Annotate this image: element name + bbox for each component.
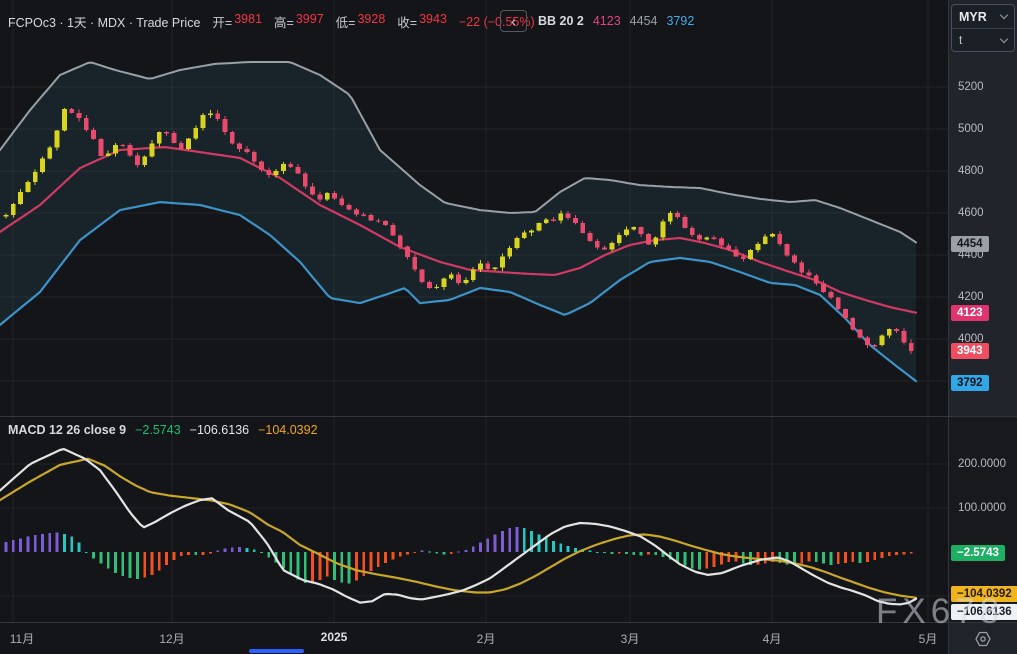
time-label: 4月	[763, 630, 782, 647]
price-tick-label: 4800	[958, 165, 984, 177]
chevron-down-icon	[1000, 34, 1008, 42]
currency-dropdown[interactable]: MYR	[952, 5, 1014, 28]
macd-badge: −2.5743	[951, 545, 1005, 561]
time-label: 12月	[159, 630, 184, 647]
bollinger-bands	[0, 62, 916, 381]
ohlc-high: 高=3997	[274, 12, 324, 31]
price-axis[interactable]: MYR t 5200500048004600440042004000200.00…	[948, 0, 1017, 654]
price-badge: 4123	[951, 305, 989, 321]
price-tick-label: 5200	[958, 81, 984, 93]
bb-indicator-header[interactable]: BB 20 2 4123 4454 3792	[538, 14, 694, 28]
time-label: 2025	[321, 630, 348, 644]
back-arrow-icon: ‹	[511, 13, 516, 29]
back-button[interactable]: ‹	[500, 10, 527, 32]
macd-badge: −104.0392	[951, 586, 1017, 602]
price-badge: 3943	[951, 343, 989, 359]
axis-settings-box: MYR t	[951, 4, 1015, 52]
time-axis[interactable]: 11月 12月 2025 2月 3月 4月 5月	[0, 622, 948, 654]
unit-dropdown[interactable]: t	[952, 28, 1014, 51]
trading-chart-window: FCPOc3 · 1天 · MDX · Trade Price 开=3981 高…	[0, 0, 1017, 654]
macd-value: −2.5743	[135, 423, 181, 437]
bb-value: 3792	[666, 14, 694, 28]
unit-value: t	[959, 33, 962, 47]
macd-value: −106.6136	[190, 423, 249, 437]
time-axis-separator	[0, 622, 1017, 623]
macd-indicator-label: MACD 12 26 close 9	[8, 423, 126, 437]
symbol-title: FCPOc3 · 1天 · MDX · Trade Price	[8, 12, 200, 31]
time-label: 11月	[10, 630, 34, 647]
bb-value: 4454	[630, 14, 658, 28]
symbol-header: FCPOc3 · 1天 · MDX · Trade Price 开=3981 高…	[8, 12, 535, 31]
axis-settings-corner[interactable]	[949, 622, 1017, 654]
macd-tick-label: 100.0000	[958, 502, 1006, 514]
price-badge: 4454	[951, 236, 989, 252]
scrollbar-thumb[interactable]	[249, 649, 304, 653]
chart-canvas[interactable]	[0, 0, 948, 622]
time-label: 5月	[919, 630, 938, 647]
ohlc-low: 低=3928	[336, 12, 386, 31]
gear-icon[interactable]	[973, 629, 993, 649]
macd-tick-label: 200.0000	[958, 458, 1006, 470]
ohlc-open: 开=3981	[212, 12, 262, 31]
currency-value: MYR	[959, 10, 987, 24]
time-label: 2月	[477, 630, 496, 647]
macd-badge: −106.6136	[951, 604, 1017, 620]
time-label: 3月	[621, 630, 640, 647]
ohlc-close: 收=3943	[397, 12, 447, 31]
macd-value: −104.0392	[258, 423, 317, 437]
price-tick-label: 4600	[958, 207, 984, 219]
macd-histogram[interactable]	[5, 527, 913, 584]
macd-lines	[0, 449, 916, 604]
bb-indicator-label: BB 20 2	[538, 14, 584, 28]
chevron-down-icon	[1000, 11, 1008, 19]
bb-value: 4123	[593, 14, 621, 28]
price-tick-label: 5000	[958, 123, 984, 135]
price-tick-label: 4200	[958, 291, 984, 303]
pane-separator[interactable]	[0, 416, 1017, 417]
price-badge: 3792	[951, 375, 989, 391]
macd-indicator-header[interactable]: MACD 12 26 close 9 −2.5743 −106.6136 −104.…	[8, 423, 318, 437]
